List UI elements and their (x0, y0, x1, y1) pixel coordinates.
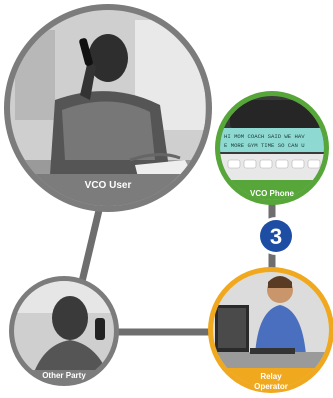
relay-operator-label-line2: Operator (254, 382, 288, 391)
vco-phone-label: VCO Phone (250, 189, 295, 198)
connector-user-to-other (76, 205, 104, 291)
step-badge: 3 (257, 217, 295, 255)
step-badge-number: 3 (270, 224, 282, 249)
other-party-node: Other Party (9, 276, 119, 386)
vco-user-label: VCO User (85, 180, 132, 191)
other-party-label: Other Party (42, 371, 86, 380)
phone-screen-line1: HI MOM COACH SAID WE HAV (224, 133, 305, 140)
relay-call-diagram: VCO User HI MOM COACH SAID WE HAV E MORE… (4, 4, 333, 393)
vco-user-node: VCO User (4, 4, 212, 212)
vco-phone-node: HI MOM COACH SAID WE HAV E MORE GYM TIME… (215, 91, 329, 205)
phone-screen-line2: E MORE GYM TIME SO CAN U (224, 142, 305, 149)
relay-operator-node: Relay Operator (208, 267, 333, 393)
relay-operator-label-line1: Relay (260, 372, 282, 381)
